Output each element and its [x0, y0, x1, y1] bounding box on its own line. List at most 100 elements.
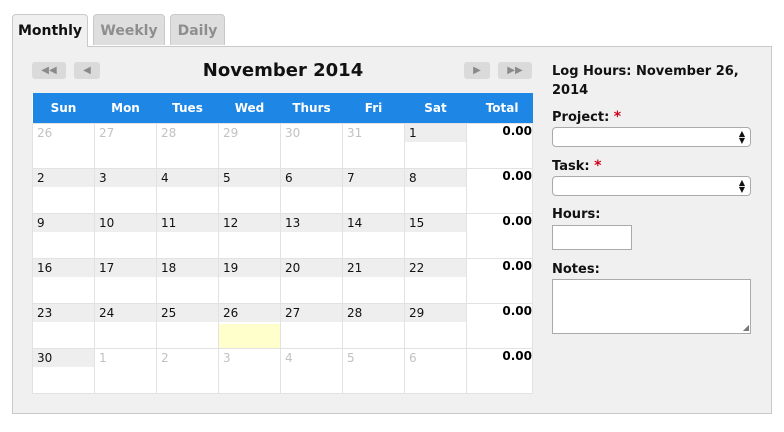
day-number: 5 [219, 169, 280, 187]
day-number: 3 [95, 169, 156, 187]
prev-month-button[interactable]: ◀ [74, 62, 100, 79]
project-select[interactable]: ▲ ▼ [552, 127, 751, 147]
day-cell[interactable]: 3 [218, 348, 281, 394]
day-number: 24 [95, 304, 156, 322]
day-cell[interactable]: 13 [280, 213, 343, 259]
day-cell[interactable]: 22 [404, 258, 467, 304]
resize-grip-icon[interactable]: ◢ [743, 323, 749, 332]
log-hours-title: Log Hours: November 26, 2014 [552, 64, 739, 98]
day-cell[interactable]: 30 [280, 123, 343, 169]
day-number: 30 [285, 126, 301, 140]
day-cell[interactable]: 4 [280, 348, 343, 394]
header-wed: Wed [218, 93, 281, 124]
day-number: 4 [285, 351, 293, 365]
tab-daily[interactable]: Daily [170, 14, 225, 45]
day-number: 2 [161, 351, 169, 365]
day-cell[interactable]: 5 [218, 168, 281, 214]
required-marker: * [613, 109, 622, 125]
day-cell[interactable]: 7 [342, 168, 405, 214]
day-cell[interactable]: 15 [404, 213, 467, 259]
next-year-button[interactable]: ▶▶ [498, 62, 532, 79]
day-cell[interactable]: 2 [156, 348, 219, 394]
day-number: 28 [161, 126, 177, 140]
day-cell[interactable]: 6 [280, 168, 343, 214]
day-cell[interactable]: 28 [342, 303, 405, 349]
prev-year-button[interactable]: ◀◀ [32, 62, 66, 79]
day-number: 19 [219, 259, 280, 277]
header-sat: Sat [404, 93, 467, 124]
hours-input[interactable] [552, 225, 632, 250]
day-number: 7 [343, 169, 404, 187]
day-cell[interactable]: 16 [32, 258, 95, 304]
month-title: November 2014 [202, 60, 364, 81]
day-cell[interactable]: 18 [156, 258, 219, 304]
day-cell[interactable]: 27 [280, 303, 343, 349]
header-total: Total [466, 93, 533, 124]
tab-monthly[interactable]: Monthly [12, 14, 88, 47]
day-cell[interactable]: 17 [94, 258, 157, 304]
week-total: 0.00 [466, 213, 533, 259]
day-cell[interactable]: 29 [404, 303, 467, 349]
select-arrows-icon: ▲ ▼ [738, 129, 745, 145]
notes-textarea[interactable]: ◢ [552, 279, 751, 334]
week-total: 0.00 [466, 258, 533, 304]
week-total: 0.00 [466, 348, 533, 394]
day-cell[interactable]: 10 [94, 213, 157, 259]
day-cell[interactable]: 31 [342, 123, 405, 169]
day-number: 16 [33, 259, 94, 277]
day-cell[interactable]: 2 [32, 168, 95, 214]
day-number: 13 [281, 214, 342, 232]
calendar-week-row: 9 10 11 12 13 14 15 0.00 [32, 213, 533, 259]
day-cell[interactable]: 25 [156, 303, 219, 349]
day-cell[interactable]: 9 [32, 213, 95, 259]
project-label: Project: * [552, 109, 622, 125]
day-cell[interactable]: 28 [156, 123, 219, 169]
day-cell[interactable]: 4 [156, 168, 219, 214]
day-cell[interactable]: 20 [280, 258, 343, 304]
day-number: 10 [95, 214, 156, 232]
day-number: 29 [405, 304, 466, 322]
month-calendar: Sun Mon Tues Wed Thurs Fri Sat Total 26 2… [32, 93, 533, 394]
day-cell[interactable]: 26 [32, 123, 95, 169]
day-cell[interactable]: 30 [32, 348, 95, 394]
day-number: 30 [33, 349, 94, 367]
day-number: 27 [281, 304, 342, 322]
hours-label: Hours: [552, 207, 601, 222]
header-tues: Tues [156, 93, 219, 124]
week-total: 0.00 [466, 123, 533, 169]
day-number: 29 [223, 126, 239, 140]
day-number: 31 [347, 126, 363, 140]
day-number: 21 [343, 259, 404, 277]
day-cell[interactable]: 24 [94, 303, 157, 349]
day-cell[interactable]: 19 [218, 258, 281, 304]
tab-weekly[interactable]: Weekly [93, 14, 165, 45]
week-total: 0.00 [466, 168, 533, 214]
day-number: 5 [347, 351, 355, 365]
day-cell[interactable]: 8 [404, 168, 467, 214]
task-select[interactable]: ▲ ▼ [552, 176, 751, 196]
day-number: 12 [219, 214, 280, 232]
day-cell[interactable]: 29 [218, 123, 281, 169]
day-cell[interactable]: 3 [94, 168, 157, 214]
calendar-week-row: 16 17 18 19 20 21 22 0.00 [32, 258, 533, 304]
day-cell[interactable]: 11 [156, 213, 219, 259]
day-cell[interactable]: 1 [94, 348, 157, 394]
day-number: 26 [37, 126, 53, 140]
day-cell[interactable]: 6 [404, 348, 467, 394]
day-cell[interactable]: 5 [342, 348, 405, 394]
day-cell[interactable]: 12 [218, 213, 281, 259]
day-cell-today[interactable]: 26 [218, 303, 281, 349]
day-cell[interactable]: 23 [32, 303, 95, 349]
day-cell[interactable]: 1 [404, 123, 467, 169]
task-label: Task: * [552, 158, 602, 174]
day-number: 14 [343, 214, 404, 232]
next-month-button[interactable]: ▶ [464, 62, 490, 79]
day-cell[interactable]: 21 [342, 258, 405, 304]
day-number: 23 [33, 304, 94, 322]
day-number: 18 [157, 259, 218, 277]
day-number: 25 [157, 304, 218, 322]
day-cell[interactable]: 27 [94, 123, 157, 169]
day-number: 15 [405, 214, 466, 232]
week-total: 0.00 [466, 303, 533, 349]
day-cell[interactable]: 14 [342, 213, 405, 259]
